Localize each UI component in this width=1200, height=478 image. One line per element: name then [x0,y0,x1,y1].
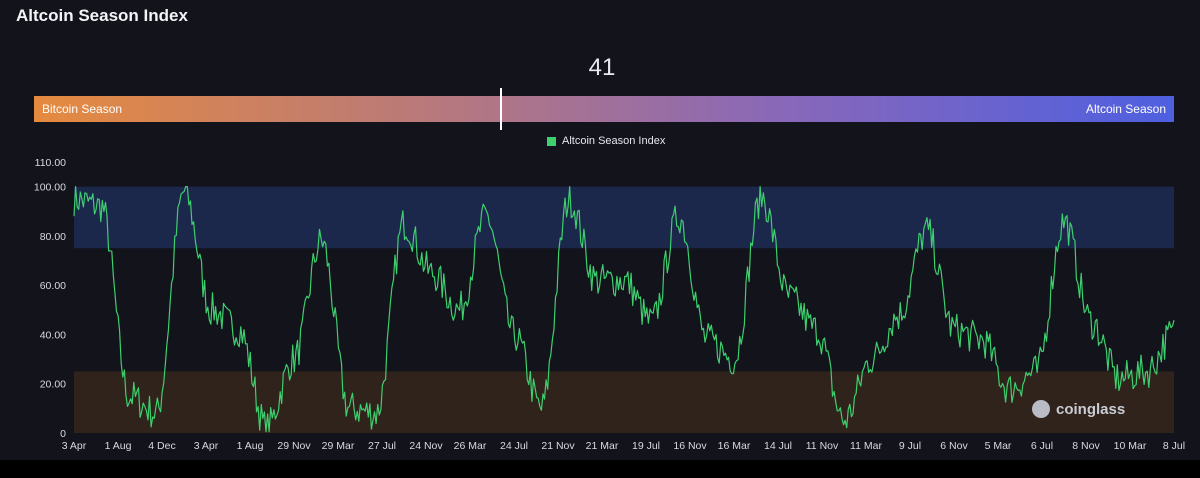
coinglass-watermark: coinglass [1032,400,1125,418]
x-tick-label: 11 Nov [806,440,839,452]
y-tick-label: 40.00 [40,329,66,341]
x-tick-label: 16 Nov [673,440,707,452]
gauge-marker [500,88,503,130]
chart-legend[interactable]: Altcoin Season Index [547,135,665,147]
x-tick-label: 1 Aug [105,440,132,452]
x-tick-label: 21 Nov [541,440,575,452]
x-tick-label: 8 Nov [1072,440,1100,452]
y-tick-label: 110.00 [35,157,66,169]
chart-card: Altcoin Season Index 41 Bitcoin Season A… [0,0,1200,460]
altcoin-season-label: Altcoin Season [1085,102,1166,116]
x-tick-label: 6 Jul [1031,440,1053,452]
altcoin-season-zone [74,186,1174,249]
x-tick-label: 11 Mar [850,440,882,452]
x-tick-label: 8 Jul [1163,440,1185,452]
x-tick-label: 5 Mar [985,440,1012,452]
legend-label: Altcoin Season Index [562,135,666,147]
y-tick-label: 0 [60,428,66,440]
x-tick-label: 16 Mar [718,440,751,452]
bitcoin-season-label: Bitcoin Season [42,102,123,116]
x-tick-label: 6 Nov [940,440,968,452]
x-tick-label: 19 Jul [632,440,660,452]
x-tick-label: 27 Jul [368,440,396,452]
x-tick-label: 29 Mar [322,440,355,452]
x-tick-label: 24 Nov [409,440,443,452]
watermark-text: coinglass [1056,400,1126,418]
x-tick-label: 3 Apr [194,440,219,452]
x-tick-label: 21 Mar [586,440,619,452]
x-tick-label: 29 Nov [277,440,311,452]
x-tick-label: 26 Mar [454,440,487,452]
x-tick-label: 9 Jul [899,440,921,452]
x-tick-label: 24 Jul [500,440,528,452]
legend-swatch [547,136,556,146]
y-tick-label: 100.00 [34,182,66,194]
coinglass-logo-icon [1032,400,1050,418]
x-tick-label: 4 Dec [148,440,175,452]
x-tick-label: 1 Aug [237,440,264,452]
y-tick-label: 80.00 [40,231,66,243]
y-tick-label: 20.00 [40,379,66,391]
season-gauge-bar: Bitcoin Season Altcoin Season [34,88,1174,130]
x-tick-label: 3 Apr [62,440,87,452]
line-chart: 0 20.00 40.00 60.00 80.00 100.00 110.00 3 Apr 1 … [34,157,1185,452]
y-tick-label: 60.00 [40,280,66,292]
page-title: Altcoin Season Index [16,6,188,25]
x-tick-label: 10 Mar [1114,440,1147,452]
x-tick-label: 14 Jul [764,440,792,452]
gauge-value: 41 [588,54,616,81]
